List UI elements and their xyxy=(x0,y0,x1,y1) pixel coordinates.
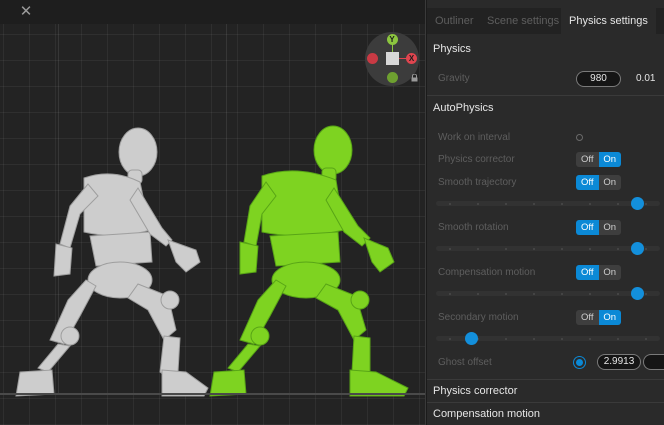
ghost-offset-label: Ghost offset xyxy=(438,357,492,368)
section-header-autophysics[interactable]: AutoPhysics xyxy=(427,98,664,119)
gizmo-neg-y-axis-handle[interactable] xyxy=(386,72,398,83)
slider-handle[interactable] xyxy=(631,287,645,300)
toggle-off-option[interactable]: Off xyxy=(576,220,599,235)
mannequin-figure-green[interactable] xyxy=(0,0,426,400)
toggle-on-option[interactable]: On xyxy=(598,175,621,190)
tab-physics-settings[interactable]: Physics settings xyxy=(561,8,656,34)
secondary-motion-slider[interactable] xyxy=(436,332,660,345)
secondary-motion-label: Secondary motion xyxy=(438,312,519,323)
gravity-label: Gravity xyxy=(438,73,470,84)
lock-icon[interactable] xyxy=(411,74,418,82)
smooth-rotation-slider[interactable] xyxy=(436,242,660,255)
compensation-motion-label: Compensation motion xyxy=(438,267,536,278)
smooth-rotation-label: Smooth rotation xyxy=(438,222,509,233)
gizmo-x-axis-handle[interactable]: X xyxy=(406,53,417,64)
slider-ticks xyxy=(436,291,660,296)
smooth-trajectory-slider[interactable] xyxy=(436,197,660,210)
panel-tabs: Outliner Scene settings Physics settings xyxy=(427,8,664,34)
compensation-motion-toggle[interactable]: Off On xyxy=(576,265,621,280)
smooth-rotation-toggle[interactable]: Off On xyxy=(576,220,621,235)
toggle-on-option[interactable]: On xyxy=(598,310,621,325)
slider-handle[interactable] xyxy=(631,197,645,210)
work-on-interval-radio[interactable] xyxy=(576,134,583,141)
slider-handle[interactable] xyxy=(631,242,645,255)
ghost-offset-secondary-input[interactable] xyxy=(643,354,664,370)
toggle-on-option[interactable]: On xyxy=(598,152,621,167)
toggle-off-option[interactable]: Off xyxy=(576,152,599,167)
slider-ticks xyxy=(436,201,660,206)
physics-corrector-label: Physics corrector xyxy=(438,154,515,165)
tab-outliner[interactable]: Outliner xyxy=(435,8,474,34)
section-header-compensation-motion[interactable]: Compensation motion xyxy=(427,404,664,425)
toggle-off-option[interactable]: Off xyxy=(576,175,599,190)
divider xyxy=(427,95,664,96)
toggle-on-option[interactable]: On xyxy=(598,265,621,280)
section-header-physics[interactable]: Physics xyxy=(427,39,664,60)
toggle-off-option[interactable]: Off xyxy=(576,310,599,325)
gravity-step-input[interactable]: 0.01 xyxy=(636,73,655,84)
gizmo-y-axis-handle[interactable]: Y xyxy=(386,34,398,45)
smooth-trajectory-label: Smooth trajectory xyxy=(438,177,517,188)
tab-scene-settings[interactable]: Scene settings xyxy=(487,8,559,34)
slider-ticks xyxy=(436,246,660,251)
smooth-trajectory-toggle[interactable]: Off On xyxy=(576,175,621,190)
toggle-off-option[interactable]: Off xyxy=(576,265,599,280)
ground-plane-line xyxy=(0,393,425,395)
section-header-physics-corrector[interactable]: Physics corrector xyxy=(427,381,664,402)
ghost-offset-radio[interactable] xyxy=(576,359,583,366)
secondary-motion-toggle[interactable]: Off On xyxy=(576,310,621,325)
ghost-offset-input[interactable]: 2.9913 xyxy=(597,354,641,370)
physics-corrector-toggle[interactable]: Off On xyxy=(576,152,621,167)
compensation-motion-slider[interactable] xyxy=(436,287,660,300)
divider xyxy=(427,402,664,403)
work-on-interval-label: Work on interval xyxy=(438,132,511,143)
gizmo-neg-x-axis-handle[interactable] xyxy=(367,53,378,64)
gizmo-center-cube[interactable] xyxy=(386,52,399,65)
divider xyxy=(427,379,664,380)
toggle-on-option[interactable]: On xyxy=(598,220,621,235)
3d-viewport[interactable]: ✕ Y X xyxy=(0,0,426,425)
gravity-input[interactable]: 980 xyxy=(576,71,621,87)
